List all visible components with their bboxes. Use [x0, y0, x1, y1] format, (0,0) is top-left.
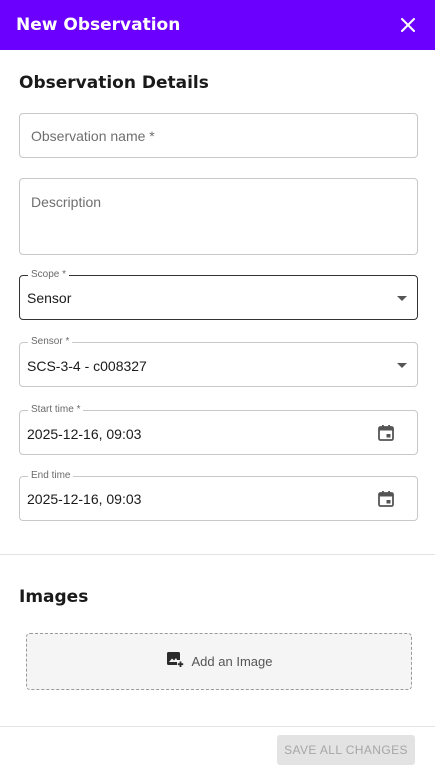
- start-time-field[interactable]: Start time * 2025-12-16, 09:03: [19, 404, 418, 455]
- scope-value: Sensor: [27, 290, 72, 306]
- scope-label: Scope *: [28, 269, 70, 281]
- end-time-value: 2025-12-16, 09:03: [27, 491, 142, 507]
- section-title-images: Images: [19, 587, 89, 607]
- sensor-label: Sensor *: [28, 336, 73, 348]
- end-time-field[interactable]: End time 2025-12-16, 09:03: [19, 470, 418, 521]
- dialog-header: New Observation: [0, 0, 435, 50]
- sensor-value: SCS-3-4 - c008327: [27, 358, 147, 374]
- start-time-label: Start time *: [28, 404, 84, 416]
- calendar-icon[interactable]: [377, 490, 395, 508]
- footer-divider: [0, 726, 435, 727]
- section-title-details: Observation Details: [19, 73, 209, 93]
- calendar-icon[interactable]: [377, 424, 395, 442]
- add-image-button[interactable]: Add an Image: [26, 633, 412, 690]
- description-placeholder: Description: [31, 194, 102, 210]
- sensor-select[interactable]: Sensor * SCS-3-4 - c008327: [19, 336, 418, 387]
- close-icon[interactable]: [397, 14, 419, 36]
- start-time-value: 2025-12-16, 09:03: [27, 426, 142, 442]
- add-image-label: Add an Image: [191, 654, 273, 669]
- dialog-title: New Observation: [16, 15, 181, 35]
- chevron-down-icon: [397, 362, 407, 368]
- save-all-changes-button[interactable]: SAVE ALL CHANGES: [277, 735, 415, 765]
- chevron-down-icon: [397, 295, 407, 301]
- observation-name-placeholder: Observation name *: [31, 128, 155, 144]
- end-time-label: End time: [28, 470, 74, 482]
- add-photo-icon: [166, 650, 184, 673]
- observation-name-field[interactable]: Observation name *: [19, 113, 418, 158]
- description-field[interactable]: Description: [19, 178, 418, 255]
- section-divider: [0, 554, 435, 555]
- scope-select[interactable]: Scope * Sensor: [19, 269, 418, 320]
